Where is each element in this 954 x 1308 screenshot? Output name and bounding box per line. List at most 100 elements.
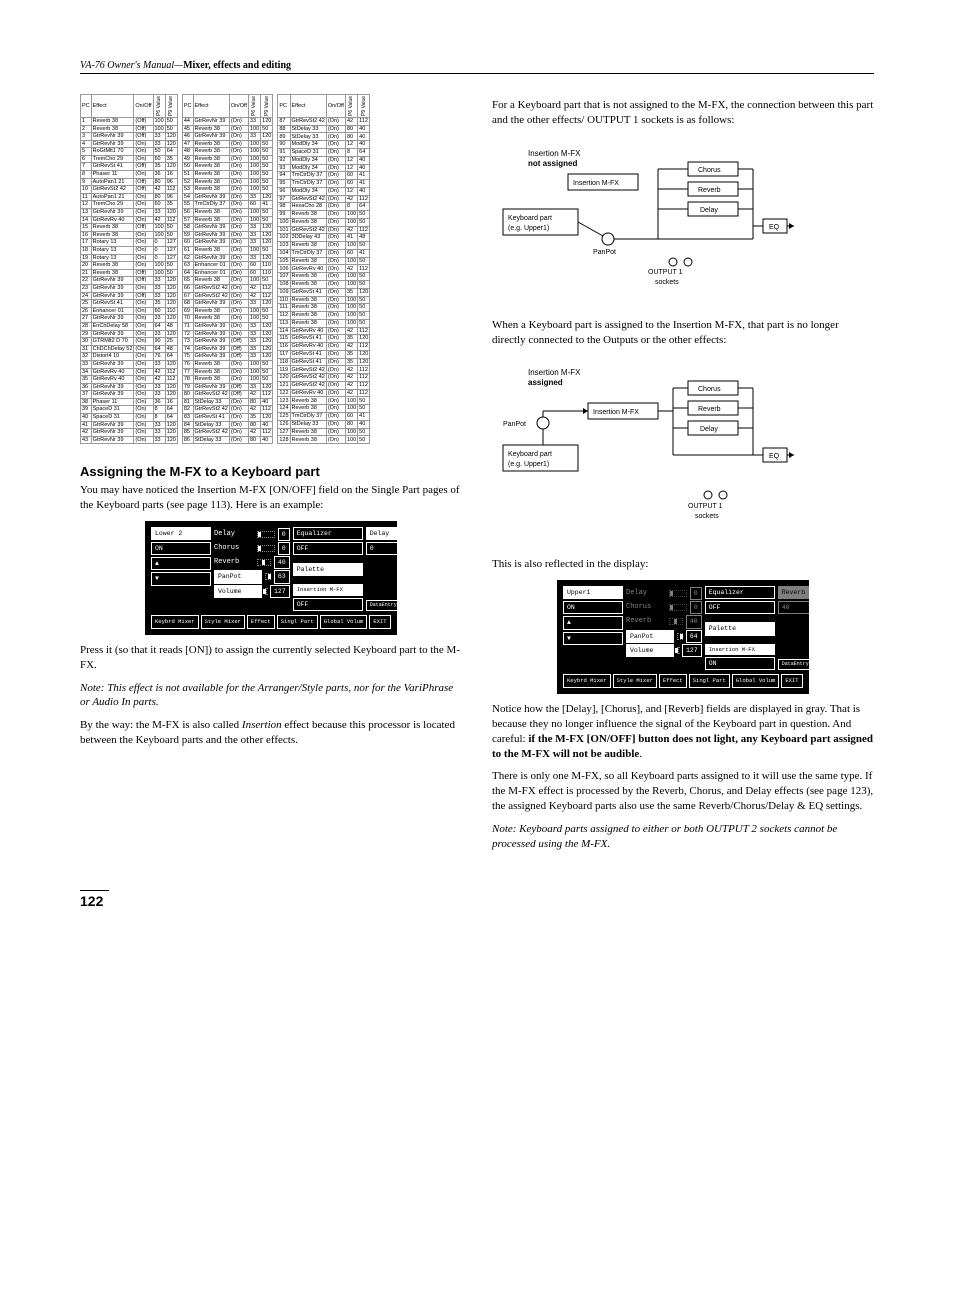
table-row: 65Reverb 38(On)10050 — [182, 277, 272, 285]
header-title: Mixer, effects and editing — [183, 60, 291, 71]
right-p2: When a Keyboard part is assigned to the … — [492, 318, 874, 348]
table-row: 119GtrRevSt2 42(On)42112 — [278, 366, 370, 374]
svg-text:Chorus: Chorus — [698, 167, 721, 174]
lcd-bottom-button: Keybrd Mixer — [151, 615, 199, 629]
svg-text:sockets: sockets — [695, 513, 719, 520]
table-row: 1023DDelay 43(On)4148 — [278, 234, 370, 242]
table-row: 66GtrRevSt2 42(On)42112 — [182, 284, 272, 292]
table-row: 108Reverb 38(On)10050 — [278, 281, 370, 289]
intro-text: You may have noticed the Insertion M-FX … — [80, 483, 462, 513]
table-row: 15Reverb 38(Off)10050 — [81, 224, 178, 232]
svg-text:Reverb: Reverb — [698, 406, 721, 413]
right-p4: Notice how the [Delay], [Chorus], and [R… — [492, 702, 874, 761]
svg-text:OUTPUT 1: OUTPUT 1 — [648, 269, 683, 276]
table-row: 49Reverb 38(On)10050 — [182, 155, 272, 163]
table-row: 25GtrRevSt 41(On)35120 — [81, 300, 178, 308]
table-row: 17Rotary 13(On)0127 — [81, 239, 178, 247]
table-row: 105Reverb 38(On)10050 — [278, 257, 370, 265]
table-header: Effect — [290, 95, 326, 118]
table-row: 36GtrRevNr 39(On)33120 — [81, 383, 178, 391]
table-row: 107Reverb 38(On)10050 — [278, 273, 370, 281]
table-row: 95TmCtrDly 37(On)6041 — [278, 180, 370, 188]
table-row: 100Reverb 38(On)10050 — [278, 218, 370, 226]
table-row: 93ModDly 34(On)1240 — [278, 164, 370, 172]
table-row: 75GtrRevNr 39(Off)33120 — [182, 353, 272, 361]
table-row: 48Reverb 38(On)10050 — [182, 148, 272, 156]
table-row: 127Reverb 38(On)10050 — [278, 428, 370, 436]
table-row: 103Reverb 38(On)10050 — [278, 242, 370, 250]
table-row: 113Reverb 38(On)10050 — [278, 319, 370, 327]
table-row: 111Reverb 38(On)10050 — [278, 304, 370, 312]
table-row: 77Reverb 38(On)10050 — [182, 368, 272, 376]
table-row: 104TmCtrDly 37(On)6041 — [278, 249, 370, 257]
svg-text:Reverb: Reverb — [698, 187, 721, 194]
lcd-bottom-button: Singl Part — [277, 615, 318, 629]
svg-text:assigned: assigned — [528, 378, 563, 387]
lcd-bottom-button: Effect — [659, 674, 687, 688]
svg-text:PanPot: PanPot — [593, 249, 616, 256]
table-row: 79GtrRevNr 39(Off)33120 — [182, 383, 272, 391]
svg-text:Chorus: Chorus — [698, 386, 721, 393]
table-row: 23GtrRevNr 39(On)33120 — [81, 284, 178, 292]
svg-text:sockets: sockets — [655, 279, 679, 286]
table-row: 50Reverb 38(On)10050 — [182, 163, 272, 171]
table-header: P6 Value — [248, 95, 260, 118]
lcd-bottom-button: Keybrd Mixer — [563, 674, 611, 688]
table-row: 76Reverb 38(On)10050 — [182, 360, 272, 368]
table-row: 38Phaser 11(On)3616 — [81, 398, 178, 406]
lcd-part: Lower 2 — [151, 527, 211, 540]
table-header: On/Off — [229, 95, 248, 118]
table-row: 122GtrRevRv 40(On)42112 — [278, 389, 370, 397]
table-row: 54GtrRevNr 39(On)33120 — [182, 193, 272, 201]
table-row: 45Reverb 38(On)10050 — [182, 125, 272, 133]
table-row: 86StDelay 33(On)8040 — [182, 436, 272, 444]
lcd-bottom-button: Style Mixer — [201, 615, 245, 629]
table-row: 55TmCtrDly 37(On)6041 — [182, 201, 272, 209]
table-row: 59GtrRevNr 39(On)33120 — [182, 231, 272, 239]
page-header: VA-76 Owner's Manual—Mixer, effects and … — [80, 60, 874, 74]
lcd-bottom-button: Effect — [247, 615, 275, 629]
effect-table-1: PCEffectOn/OffP6 ValueP9 Value1Reverb 38… — [80, 94, 178, 444]
svg-text:Insertion M-FX: Insertion M-FX — [573, 180, 619, 187]
table-row: 89StDelay 33(On)8040 — [278, 133, 370, 141]
table-row: 37GtrRevNr 39(On)33120 — [81, 391, 178, 399]
right-p3: This is also reflected in the display: — [492, 557, 874, 572]
effect-table-3: PCEffectOn/OffP6 ValueP9 Value87GtrRevSt… — [277, 94, 370, 444]
lcd-bottom-button: EXIT — [781, 674, 802, 688]
table-row: 80GtrRevSt2 42(Off)42112 — [182, 391, 272, 399]
table-row: 21Reverb 38(Off)10050 — [81, 269, 178, 277]
table-row: 67GtrRevSt2 42(On)42112 — [182, 292, 272, 300]
table-row: 90ModDly 34(On)1240 — [278, 141, 370, 149]
table-row: 58GtrRevNr 39(On)33120 — [182, 224, 272, 232]
table-row: 78Reverb 38(On)10050 — [182, 376, 272, 384]
table-row: 27GtrRevNr 39(On)33120 — [81, 315, 178, 323]
table-row: 126StDelay 33(On)8040 — [278, 420, 370, 428]
press-text: Press it (so that it reads [ON]) to assi… — [80, 643, 462, 673]
table-row: 46GtrRevNr 39(On)33120 — [182, 133, 272, 141]
table-header: PC — [278, 95, 290, 118]
lcd-bottom-button: Global Volum — [320, 615, 368, 629]
table-row: 92ModDly 34(On)1240 — [278, 156, 370, 164]
right-p5: There is only one M-FX, so all Keyboard … — [492, 769, 874, 814]
table-row: 4GtrRevNr 39(On)33120 — [81, 140, 178, 148]
down-icon: ▼ — [563, 632, 623, 645]
table-row: 14GtrRevRv 40(On)42112 — [81, 216, 178, 224]
table-row: 8Phaser 11(On)3616 — [81, 171, 178, 179]
table-row: 97GtrRevSt2 42(On)42112 — [278, 195, 370, 203]
table-row: 26Enhancer 01(On)60110 — [81, 307, 178, 315]
table-row: 120GtrRevSt2 42(On)42112 — [278, 374, 370, 382]
table-row: 28EnChDelay 58(On)6448 — [81, 322, 178, 330]
table-row: 29GtrRevNr 39(On)33120 — [81, 330, 178, 338]
table-row: 42GtrRevNr 39(On)33120 — [81, 429, 178, 437]
svg-text:(e.g. Upper1): (e.g. Upper1) — [508, 461, 549, 468]
effect-table-2: PCEffectOn/OffP6 ValueP9 Value44GtrRevNr… — [182, 94, 273, 444]
lcd-bottom-button: EXIT — [369, 615, 390, 629]
table-row: 39SpaceD 31(On)864 — [81, 406, 178, 414]
table-row: 88StDelay 33(On)8040 — [278, 125, 370, 133]
table-row: 30GTRMlt2 D 70(On)9025 — [81, 338, 178, 346]
table-row: 35GtrRevRv 40(On)42112 — [81, 376, 178, 384]
table-row: 116GtrRevRv 40(On)42112 — [278, 343, 370, 351]
note-1: Note: This effect is not available for t… — [80, 681, 462, 711]
table-row: 91SpaceD 31(On)864 — [278, 148, 370, 156]
table-row: 31ChDChDelay 52(On)6448 — [81, 345, 178, 353]
